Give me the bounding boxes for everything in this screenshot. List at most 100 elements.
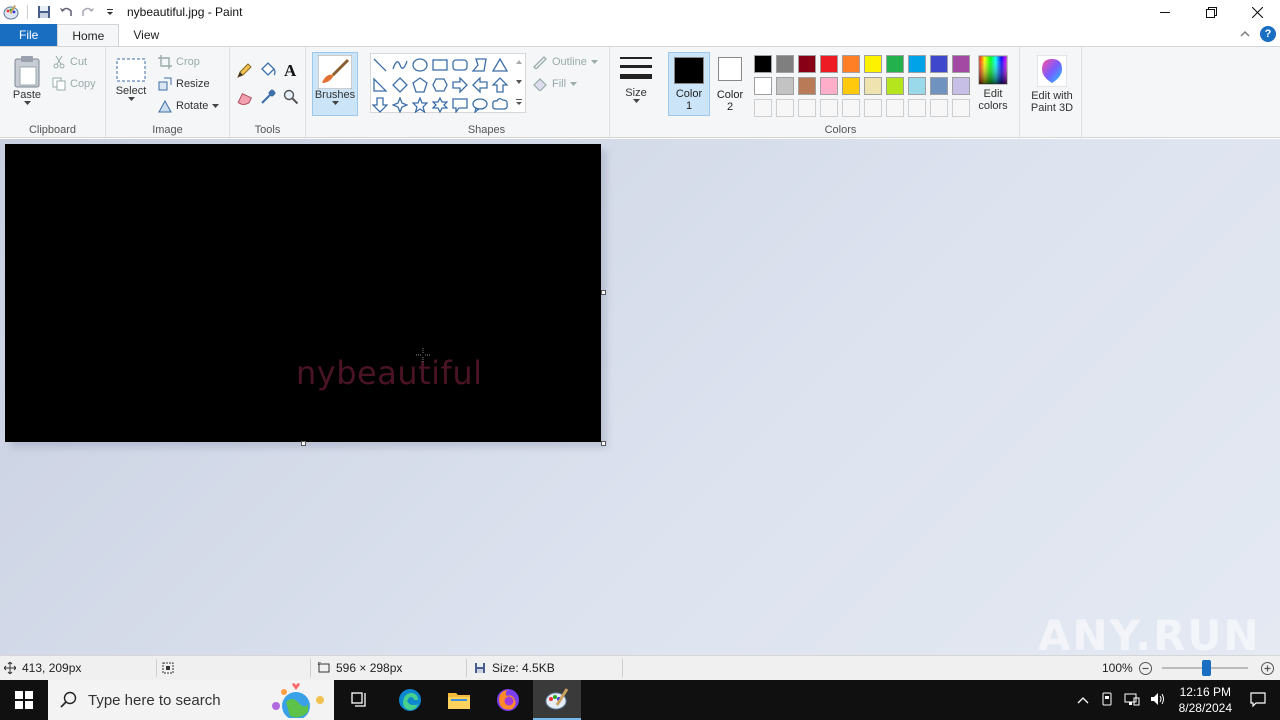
- notifications-icon[interactable]: [1250, 691, 1266, 710]
- line-shape-icon[interactable]: [371, 56, 389, 74]
- eraser-icon[interactable]: [236, 89, 254, 108]
- palette-custom-swatch[interactable]: [930, 99, 948, 117]
- down-arrow-shape-icon[interactable]: [371, 96, 389, 114]
- copy-button[interactable]: Copy: [52, 77, 96, 91]
- tab-home[interactable]: Home: [57, 24, 120, 46]
- palette-swatch[interactable]: [908, 55, 926, 73]
- palette-custom-swatch[interactable]: [952, 99, 970, 117]
- palette-custom-swatch[interactable]: [842, 99, 860, 117]
- palette-swatch[interactable]: [754, 77, 772, 95]
- crop-button[interactable]: Crop: [158, 55, 200, 69]
- palette-swatch[interactable]: [842, 77, 860, 95]
- edit-with-paint3d-button[interactable]: Edit with Paint 3D: [1024, 55, 1080, 114]
- pencil-icon[interactable]: [236, 63, 252, 82]
- oval-callout-shape-icon[interactable]: [471, 96, 489, 114]
- shapes-expand-icon[interactable]: [514, 96, 524, 110]
- color-picker-icon[interactable]: [260, 89, 276, 108]
- palette-swatch[interactable]: [952, 55, 970, 73]
- palette-swatch[interactable]: [908, 77, 926, 95]
- zoom-in-icon[interactable]: [1261, 662, 1274, 678]
- undo-icon[interactable]: [57, 3, 75, 21]
- taskbar-file-explorer[interactable]: [435, 680, 483, 720]
- palette-custom-swatch[interactable]: [886, 99, 904, 117]
- outline-button[interactable]: Outline: [532, 55, 598, 69]
- taskbar-firefox[interactable]: [484, 680, 532, 720]
- zoom-out-icon[interactable]: [1139, 662, 1152, 678]
- taskbar-clock[interactable]: 12:16 PM 8/28/2024: [1179, 684, 1232, 716]
- taskbar-search-box[interactable]: Type here to search: [48, 680, 334, 720]
- paste-dropdown-icon[interactable]: [23, 101, 31, 106]
- taskbar-paint[interactable]: [533, 680, 581, 720]
- show-hidden-icons[interactable]: [1077, 693, 1089, 707]
- magnifier-icon[interactable]: [283, 89, 299, 108]
- palette-custom-swatch[interactable]: [754, 99, 772, 117]
- palette-swatch[interactable]: [930, 77, 948, 95]
- diamond-shape-icon[interactable]: [391, 76, 409, 94]
- right-arrow-shape-icon[interactable]: [451, 76, 469, 94]
- palette-swatch[interactable]: [864, 55, 882, 73]
- cloud-callout-shape-icon[interactable]: [491, 96, 509, 114]
- palette-swatch[interactable]: [952, 77, 970, 95]
- redo-icon[interactable]: [79, 3, 97, 21]
- brushes-dropdown-icon[interactable]: [331, 101, 339, 106]
- zoom-slider-thumb[interactable]: [1202, 660, 1211, 676]
- right-triangle-shape-icon[interactable]: [371, 76, 389, 94]
- save-icon[interactable]: [35, 3, 53, 21]
- fill-button[interactable]: Fill: [532, 77, 578, 91]
- up-arrow-shape-icon[interactable]: [491, 76, 509, 94]
- curve-shape-icon[interactable]: [391, 56, 409, 74]
- left-arrow-shape-icon[interactable]: [471, 76, 489, 94]
- restore-button[interactable]: [1188, 0, 1234, 24]
- palette-swatch[interactable]: [886, 77, 904, 95]
- minimize-ribbon-icon[interactable]: [1240, 27, 1250, 41]
- cut-button[interactable]: Cut: [52, 55, 87, 69]
- network-icon[interactable]: [1124, 692, 1140, 709]
- polygon-shape-icon[interactable]: [471, 56, 489, 74]
- paint-app-icon[interactable]: [2, 3, 20, 21]
- rotate-button[interactable]: Rotate: [158, 99, 220, 113]
- color1-button[interactable]: Color 1: [668, 52, 710, 116]
- resize-button[interactable]: Resize: [158, 77, 210, 91]
- palette-swatch[interactable]: [798, 77, 816, 95]
- palette-swatch[interactable]: [776, 55, 794, 73]
- oval-shape-icon[interactable]: [411, 56, 429, 74]
- customize-qat-icon[interactable]: [101, 3, 119, 21]
- five-point-star-shape-icon[interactable]: [411, 96, 429, 114]
- palette-swatch[interactable]: [820, 55, 838, 73]
- palette-custom-swatch[interactable]: [908, 99, 926, 117]
- rotate-dropdown-icon[interactable]: [212, 103, 220, 109]
- palette-custom-swatch[interactable]: [820, 99, 838, 117]
- edit-colors-button[interactable]: Edit colors: [974, 55, 1012, 112]
- tab-view[interactable]: View: [119, 24, 173, 46]
- pentagon-shape-icon[interactable]: [411, 76, 429, 94]
- palette-custom-swatch[interactable]: [776, 99, 794, 117]
- six-point-star-shape-icon[interactable]: [431, 96, 449, 114]
- fill-bucket-icon[interactable]: [259, 61, 277, 82]
- select-dropdown-icon[interactable]: [127, 97, 135, 102]
- color2-button[interactable]: Color 2: [714, 57, 746, 113]
- palette-swatch[interactable]: [776, 77, 794, 95]
- palette-custom-swatch[interactable]: [864, 99, 882, 117]
- palette-swatch[interactable]: [842, 55, 860, 73]
- close-button[interactable]: [1234, 0, 1280, 24]
- help-icon[interactable]: ?: [1260, 26, 1276, 42]
- resize-handle-corner[interactable]: [601, 441, 606, 446]
- triangle-shape-icon[interactable]: [491, 56, 509, 74]
- rect-callout-shape-icon[interactable]: [451, 96, 469, 114]
- task-view-button[interactable]: [336, 680, 384, 720]
- taskbar-edge[interactable]: [386, 680, 434, 720]
- palette-swatch[interactable]: [820, 77, 838, 95]
- resize-handle-right[interactable]: [601, 290, 606, 295]
- device-icon[interactable]: [1100, 692, 1114, 709]
- shapes-scroll-up-icon[interactable]: [514, 56, 524, 70]
- drawing-canvas[interactable]: nybeautiful: [5, 144, 601, 442]
- palette-swatch[interactable]: [864, 77, 882, 95]
- rounded-rectangle-shape-icon[interactable]: [451, 56, 469, 74]
- size-dropdown-icon[interactable]: [632, 99, 640, 104]
- palette-swatch[interactable]: [754, 55, 772, 73]
- minimize-button[interactable]: [1142, 0, 1188, 24]
- text-tool-icon[interactable]: A: [283, 61, 299, 82]
- start-button[interactable]: [0, 680, 48, 720]
- palette-swatch[interactable]: [886, 55, 904, 73]
- four-point-star-shape-icon[interactable]: [391, 96, 409, 114]
